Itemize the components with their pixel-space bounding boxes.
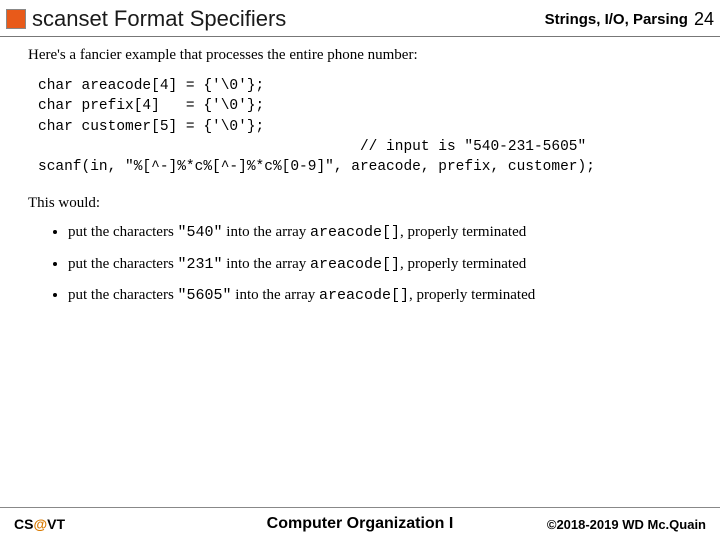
code-block: char areacode[4] = {'\0'}; char prefix[4… [38,76,692,177]
code-line: char customer[5] = {'\0'}; [38,119,264,135]
list-item: put the characters "540" into the array … [68,222,692,243]
footer-rule [0,507,720,508]
footer-org-pre: CS [14,516,33,532]
footer-left: CS@VT [14,516,65,532]
bullet-text: put the characters [68,256,178,272]
bullet-array: areacode[] [310,256,400,273]
bullet-array: areacode[] [319,287,409,304]
code-line: // input is "540-231-5605" [38,139,586,155]
intro-text: Here's a fancier example that processes … [28,47,692,64]
bullet-value: "540" [178,224,223,241]
list-item: put the characters "5605" into the array… [68,285,692,306]
page-number: 24 [694,9,714,30]
bullet-text: , properly terminated [409,287,535,303]
bullet-text: put the characters [68,224,178,240]
bullet-text: into the array [232,287,319,303]
after-text: This would: [28,195,692,212]
slide-body: Here's a fancier example that processes … [0,47,720,306]
bullet-value: "5605" [178,287,232,304]
slide-header: scanset Format Specifiers Strings, I/O, … [0,0,720,36]
bullet-list: put the characters "540" into the array … [68,222,692,306]
code-line: char prefix[4] = {'\0'}; [38,98,264,114]
accent-square-icon [6,9,26,29]
slide-title: scanset Format Specifiers [32,6,545,32]
bullet-text: , properly terminated [400,256,526,272]
footer-copyright: ©2018-2019 WD Mc.Quain [547,517,706,532]
slide-footer: CS@VT Computer Organization I ©2018-2019… [0,516,720,532]
bullet-array: areacode[] [310,224,400,241]
bullet-text: , properly terminated [400,224,526,240]
footer-org-post: VT [47,516,65,532]
bullet-text: put the characters [68,287,178,303]
footer-at-icon: @ [33,516,47,532]
bullet-text: into the array [223,224,310,240]
slide: scanset Format Specifiers Strings, I/O, … [0,0,720,540]
chapter-label: Strings, I/O, Parsing [545,11,688,28]
header-rule [0,36,720,37]
code-line: char areacode[4] = {'\0'}; [38,78,264,94]
bullet-value: "231" [178,256,223,273]
code-line: scanf(in, "%[^-]%*c%[^-]%*c%[0-9]", area… [38,159,595,175]
bullet-text: into the array [223,256,310,272]
list-item: put the characters "231" into the array … [68,254,692,275]
